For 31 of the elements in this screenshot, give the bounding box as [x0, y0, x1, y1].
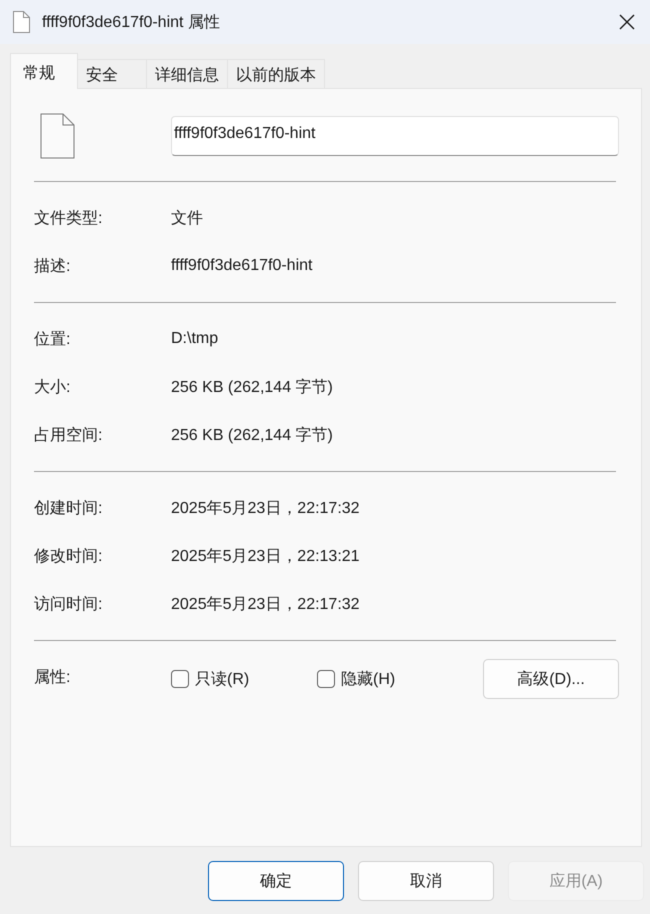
property-label: 大小: — [34, 378, 72, 398]
tab[interactable]: 以前的版本 — [227, 59, 325, 88]
property-value: D:\tmp — [171, 330, 218, 348]
property-value: 256 KB (262,144 字节) — [171, 426, 333, 446]
property-value: 2025年5月23日，22:17:32 — [171, 498, 360, 518]
file-icon — [12, 10, 32, 34]
checkbox[interactable] — [317, 670, 335, 688]
property-label: 属性: — [34, 668, 72, 688]
name-field[interactable]: ffff9f0f3de617f0-hint — [171, 116, 619, 156]
property-label: 文件类型: — [34, 208, 104, 228]
dialog-button[interactable]: 确定 — [208, 861, 344, 901]
property-label: 修改时间: — [34, 546, 104, 566]
checkbox-label: 只读(R) — [195, 670, 250, 690]
property-label: 位置: — [34, 330, 72, 350]
property-label: 创建时间: — [34, 498, 104, 518]
advanced-button[interactable]: 高级(D)... — [483, 659, 619, 699]
property-label: 描述: — [34, 256, 72, 276]
dialog-button[interactable]: 取消 — [358, 861, 494, 901]
checkbox-label: 隐藏(H) — [341, 670, 396, 690]
property-value: ffff9f0f3de617f0-hint — [171, 257, 312, 275]
property-value: 256 KB (262,144 字节) — [171, 378, 333, 398]
checkbox[interactable] — [171, 670, 189, 688]
property-value: 2025年5月23日，22:17:32 — [171, 594, 360, 614]
tab[interactable]: 常规 — [10, 53, 78, 89]
file-icon — [40, 113, 75, 159]
property-label: 占用空间: — [34, 426, 104, 446]
close-icon[interactable] — [618, 13, 636, 31]
property-value: 文件 — [171, 208, 203, 228]
property-label: 访问时间: — [34, 594, 104, 614]
window-title: ffff9f0f3de617f0-hint 属性 — [42, 12, 221, 32]
property-value: 2025年5月23日，22:13:21 — [171, 546, 360, 566]
